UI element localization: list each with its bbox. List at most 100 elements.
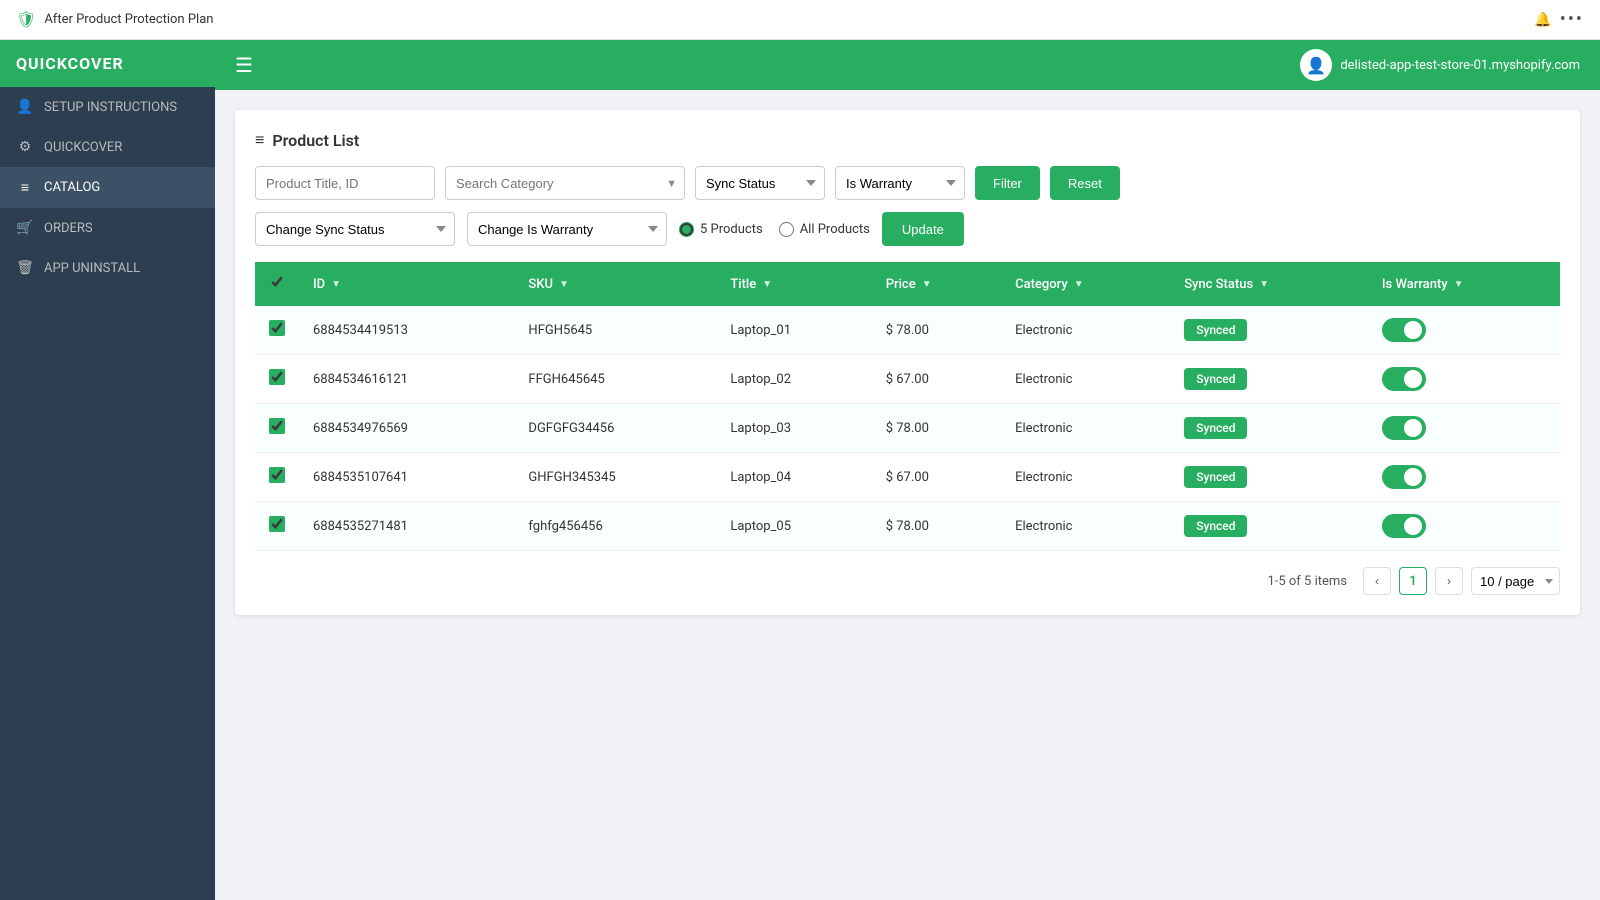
sort-icon-title: ▼: [762, 279, 772, 290]
sidebar-label-catalog: CATALOG: [44, 180, 100, 195]
header-bar: ☰ 👤 delisted-app-test-store-01.myshopify…: [215, 40, 1600, 90]
product-list-card: ≡ Product List ▼ Sync Status Synced Not …: [235, 110, 1580, 615]
hamburger-icon[interactable]: ☰: [235, 53, 253, 77]
header-checkbox-cell[interactable]: [255, 262, 299, 306]
next-page-button[interactable]: ›: [1435, 567, 1463, 595]
cart-icon: 🛒: [16, 220, 34, 236]
sidebar-item-setup-instructions[interactable]: 👤 SETUP INSTRUCTIONS: [0, 87, 215, 127]
sort-icon-sync: ▼: [1259, 279, 1269, 290]
action-row: Change Sync Status Synced Not Synced Cha…: [255, 212, 1560, 246]
sort-icon-id: ▼: [331, 279, 341, 290]
row-price: $ 78.00: [872, 306, 1001, 355]
sidebar-item-orders[interactable]: 🛒 ORDERS: [0, 208, 215, 248]
sidebar-label-orders: ORDERS: [44, 221, 93, 236]
user-icon: 👤: [16, 99, 34, 115]
header-category[interactable]: Category ▼: [1001, 262, 1170, 306]
warranty-toggle-4[interactable]: [1382, 514, 1426, 538]
row-sku: fghfg456456: [514, 502, 716, 551]
row-checkbox-cell[interactable]: [255, 355, 299, 404]
table-header-row: ID ▼ SKU ▼: [255, 262, 1560, 306]
more-options[interactable]: •••: [1560, 9, 1584, 30]
pagination-row: 1-5 of 5 items ‹ 1 › 10 / page 20 / page…: [255, 567, 1560, 595]
is-warranty-filter[interactable]: Is Warranty Yes No: [835, 166, 965, 200]
list-icon: ≡: [255, 130, 264, 150]
radio-all-products[interactable]: All Products: [779, 222, 870, 237]
row-checkbox-cell[interactable]: [255, 502, 299, 551]
browser-top-bar: 🛡 After Product Protection Plan 🔔 •••: [0, 0, 1600, 40]
table-body: 6884534419513 HFGH5645 Laptop_01 $ 78.00…: [255, 306, 1560, 551]
store-name: delisted-app-test-store-01.myshopify.com: [1340, 58, 1580, 73]
row-price: $ 67.00: [872, 355, 1001, 404]
filter-button[interactable]: Filter: [975, 166, 1040, 200]
sidebar-item-quickcover[interactable]: ⚙ QUICKCOVER: [0, 127, 215, 167]
row-category: Electronic: [1001, 453, 1170, 502]
sort-icon-sku: ▼: [559, 279, 569, 290]
row-checkbox-3[interactable]: [269, 467, 285, 483]
prev-page-button[interactable]: ‹: [1363, 567, 1391, 595]
row-sync-status: Synced: [1170, 306, 1368, 355]
search-category-wrap: ▼: [445, 166, 685, 200]
select-all-checkbox[interactable]: [269, 274, 285, 290]
row-checkbox-4[interactable]: [269, 516, 285, 532]
sidebar-label-quickcover: QUICKCOVER: [44, 140, 122, 155]
search-category-input[interactable]: [445, 166, 685, 200]
sidebar-item-catalog[interactable]: ≡ CATALOG: [0, 167, 215, 208]
row-sync-status: Synced: [1170, 453, 1368, 502]
row-is-warranty: [1368, 355, 1560, 404]
warranty-toggle-wrap: [1382, 416, 1546, 440]
header-id[interactable]: ID ▼: [299, 262, 514, 306]
row-is-warranty: [1368, 453, 1560, 502]
toggle-slider: [1382, 465, 1426, 489]
bell-icon[interactable]: 🔔: [1534, 12, 1551, 28]
row-sku: DGFGFG34456: [514, 404, 716, 453]
product-title-id-input[interactable]: [255, 166, 435, 200]
sidebar-logo: QUICKCOVER: [0, 40, 215, 87]
row-checkbox-cell[interactable]: [255, 404, 299, 453]
avatar: 👤: [1300, 49, 1332, 81]
row-checkbox-cell[interactable]: [255, 453, 299, 502]
sync-status-filter[interactable]: Sync Status Synced Not Synced: [695, 166, 825, 200]
update-button[interactable]: Update: [882, 212, 964, 246]
sidebar-label-uninstall: APP UNINSTALL: [44, 261, 140, 276]
row-title: Laptop_01: [716, 306, 871, 355]
warranty-toggle-wrap: [1382, 318, 1546, 342]
sort-icon-category: ▼: [1074, 279, 1084, 290]
row-is-warranty: [1368, 502, 1560, 551]
header-sku[interactable]: SKU ▼: [514, 262, 716, 306]
header-price[interactable]: Price ▼: [872, 262, 1001, 306]
sidebar-item-app-uninstall[interactable]: 🗑 APP UNINSTALL: [0, 248, 215, 288]
change-sync-status-select[interactable]: Change Sync Status Synced Not Synced: [255, 212, 455, 246]
sort-icon-warranty: ▼: [1454, 279, 1464, 290]
warranty-toggle-3[interactable]: [1382, 465, 1426, 489]
row-category: Electronic: [1001, 502, 1170, 551]
row-id: 6884534976569: [299, 404, 514, 453]
list-icon-sidebar: ≡: [16, 179, 34, 196]
row-title: Laptop_04: [716, 453, 871, 502]
change-warranty-select[interactable]: Change Is Warranty Yes No: [467, 212, 667, 246]
row-sku: HFGH5645: [514, 306, 716, 355]
row-category: Electronic: [1001, 306, 1170, 355]
header-is-warranty[interactable]: Is Warranty ▼: [1368, 262, 1560, 306]
sort-icon-price: ▼: [922, 279, 932, 290]
row-is-warranty: [1368, 306, 1560, 355]
row-price: $ 78.00: [872, 502, 1001, 551]
row-title: Laptop_05: [716, 502, 871, 551]
reset-button[interactable]: Reset: [1050, 166, 1120, 200]
radio-5-products[interactable]: 5 Products: [679, 222, 763, 237]
table-row: 6884534419513 HFGH5645 Laptop_01 $ 78.00…: [255, 306, 1560, 355]
row-id: 6884534616121: [299, 355, 514, 404]
row-checkbox-2[interactable]: [269, 418, 285, 434]
header-user: 👤 delisted-app-test-store-01.myshopify.c…: [1300, 49, 1580, 81]
products-radio-group: 5 Products All Products: [679, 222, 870, 237]
warranty-toggle-2[interactable]: [1382, 416, 1426, 440]
warranty-toggle-0[interactable]: [1382, 318, 1426, 342]
header-title[interactable]: Title ▼: [716, 262, 871, 306]
per-page-select[interactable]: 10 / page 20 / page 50 / page: [1471, 567, 1560, 595]
window-title: After Product Protection Plan: [44, 12, 213, 27]
row-checkbox-0[interactable]: [269, 320, 285, 336]
row-checkbox-cell[interactable]: [255, 306, 299, 355]
row-checkbox-1[interactable]: [269, 369, 285, 385]
sidebar: QUICKCOVER 👤 SETUP INSTRUCTIONS ⚙ QUICKC…: [0, 40, 215, 900]
warranty-toggle-1[interactable]: [1382, 367, 1426, 391]
header-sync-status[interactable]: Sync Status ▼: [1170, 262, 1368, 306]
